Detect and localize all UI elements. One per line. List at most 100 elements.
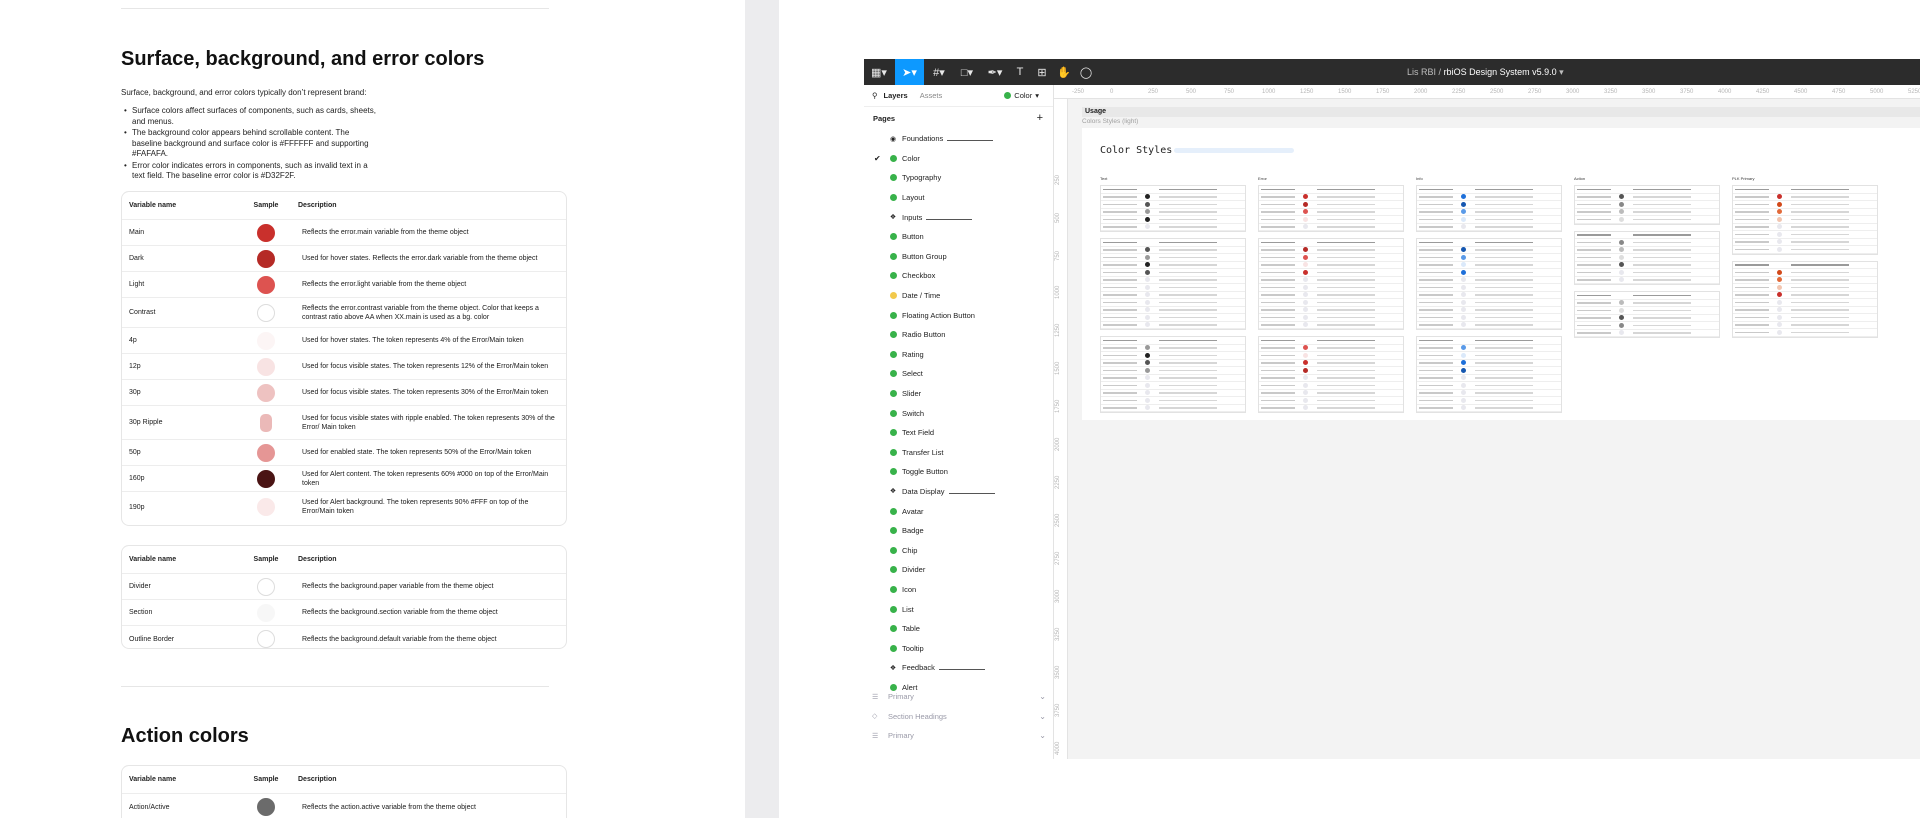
page-item-color[interactable]: ✔ Color <box>864 148 1053 169</box>
mini-row <box>1101 375 1245 382</box>
page-item-typography[interactable]: Typography <box>864 168 1053 188</box>
header-sample: Sample <box>253 202 279 209</box>
file-breadcrumb[interactable]: Lis RBI / rbiOS Design System v5.9.0 ▾ <box>1407 67 1564 78</box>
main-menu-icon[interactable]: ▦▾ <box>864 59 894 85</box>
mini-row <box>1101 352 1245 360</box>
page-item-avatar[interactable]: Avatar <box>864 501 1053 521</box>
page-item-select[interactable]: Select <box>864 364 1053 384</box>
mini-row <box>1259 314 1403 322</box>
mini-row <box>1101 277 1245 284</box>
table-row: Contrast Reflects the error.contrast vari… <box>122 298 566 328</box>
page-item-text-field[interactable]: Text Field <box>864 423 1053 443</box>
page-item-inputs[interactable]: ❖ Inputs <box>864 207 1053 227</box>
page-item-date-time[interactable]: Date / Time <box>864 286 1053 306</box>
page-label: Icon <box>902 584 917 594</box>
section-intro: Surface, background, and error colors ty… <box>121 88 367 97</box>
tab-layers[interactable]: Layers <box>884 91 908 100</box>
variable-description: Reflects the error.main variable from th… <box>302 229 469 236</box>
mini-row <box>1101 239 1245 247</box>
page-item-switch[interactable]: Switch <box>864 403 1053 423</box>
mini-row <box>1575 300 1719 307</box>
status-dot-icon <box>888 546 898 554</box>
canvas-frame[interactable]: Color Styles Text Error Info Action PLK Prim… <box>1082 128 1920 420</box>
page-item-slider[interactable]: Slider <box>864 384 1053 404</box>
page-item-feedback[interactable]: ❖ Feedback <box>864 658 1053 678</box>
variable-description: Used for focus visible states. The token… <box>302 363 549 370</box>
text-tool-icon[interactable]: T <box>1009 59 1031 85</box>
mini-row <box>1101 405 1245 412</box>
comment-tool-icon[interactable]: ◯ <box>1075 59 1097 85</box>
sample-cell <box>244 331 288 350</box>
page-item-tooltip[interactable]: Tooltip <box>864 638 1053 658</box>
page-item-checkbox[interactable]: Checkbox <box>864 266 1053 286</box>
mini-row <box>1259 299 1403 307</box>
mini-row <box>1259 269 1403 277</box>
page-label: Table <box>902 624 920 634</box>
page-item-button[interactable]: Button <box>864 227 1053 247</box>
mini-table <box>1732 185 1878 255</box>
page-item-icon[interactable]: Icon <box>864 580 1053 600</box>
layer-section-item[interactable]: ☰ Primary ⌄ <box>864 726 1054 746</box>
layer-section-item[interactable]: ◇ Section Headings ⌄ <box>864 707 1054 727</box>
page-item-toggle-button[interactable]: Toggle Button <box>864 462 1053 482</box>
table-row: Divider Reflects the background.paper var… <box>122 574 566 600</box>
page-item-radio-button[interactable]: Radio Button <box>864 325 1053 345</box>
component-icon: ❖ <box>889 214 897 222</box>
mini-row <box>1101 307 1245 314</box>
status-dot-icon <box>888 233 898 241</box>
mini-row <box>1101 299 1245 307</box>
table-row: 160p Used for Alert content. The token re… <box>122 466 566 492</box>
page-item-badge[interactable]: Badge <box>864 521 1053 541</box>
ruler-tick-label: 1750 <box>1376 89 1390 95</box>
frame-label[interactable]: Colors Styles (light) <box>1082 118 1138 125</box>
pen-tool-icon[interactable]: ✒▾ <box>981 59 1009 85</box>
page-item-button-group[interactable]: Button Group <box>864 247 1053 267</box>
mini-row <box>1101 194 1245 201</box>
frame-icon: ☰ <box>872 693 879 701</box>
mini-row <box>1417 405 1561 412</box>
page-item-floating-action-button[interactable]: Floating Action Button <box>864 305 1053 325</box>
ruler-tick-label: 2250 <box>1452 89 1466 95</box>
frame-tool-icon[interactable]: #▾ <box>925 59 953 85</box>
color-swatch <box>257 630 275 648</box>
component-icon: ❖ <box>889 664 897 672</box>
page-item-data-display[interactable]: ❖ Data Display <box>864 482 1053 502</box>
page-label: Feedback <box>902 663 935 673</box>
resources-icon[interactable]: ⊞ <box>1031 59 1053 85</box>
shape-tool-icon[interactable]: □▾ <box>953 59 981 85</box>
mini-row <box>1417 224 1561 231</box>
usage-section-label[interactable]: Usage <box>1082 107 1920 117</box>
mini-table <box>1258 238 1404 330</box>
page-item-table[interactable]: Table <box>864 619 1053 639</box>
move-tool-icon[interactable]: ➤▾ <box>895 59 924 85</box>
page-item-transfer-list[interactable]: Transfer List <box>864 443 1053 463</box>
page-item-layout[interactable]: Layout <box>864 188 1053 208</box>
page-item-list[interactable]: List <box>864 599 1053 619</box>
ruler-tick-label: 4750 <box>1832 89 1846 95</box>
ruler-tick-label: 0 <box>1110 89 1114 95</box>
section-title-surface: Surface, background, and error colors <box>121 48 485 70</box>
hand-tool-icon[interactable]: ✋ <box>1053 59 1075 85</box>
search-icon[interactable]: ⚲ <box>872 91 878 100</box>
page-selector[interactable]: Color ▾ <box>1004 91 1039 100</box>
mini-row <box>1733 224 1877 231</box>
mini-row <box>1101 254 1245 262</box>
add-page-icon[interactable]: + <box>1037 112 1043 124</box>
page-item-foundations[interactable]: ◉ Foundations <box>864 129 1053 149</box>
color-swatch <box>257 303 275 322</box>
layer-section-item[interactable]: ☰ Primary ⌄ <box>864 687 1054 707</box>
ruler-tick-label: 2500 <box>1490 89 1504 95</box>
canvas-column: PLK Primary <box>1732 176 1878 344</box>
color-swatch <box>257 331 275 350</box>
canvas-column-label: Action <box>1574 176 1586 181</box>
ruler-tick-label: 3250 <box>1604 89 1618 95</box>
mini-row <box>1417 360 1561 367</box>
ruler-tick-label: 3000 <box>1055 589 1061 603</box>
mini-row <box>1259 382 1403 390</box>
sample-cell <box>244 443 288 462</box>
page-item-chip[interactable]: Chip <box>864 540 1053 560</box>
page-item-rating[interactable]: Rating <box>864 345 1053 365</box>
page-item-divider[interactable]: Divider <box>864 560 1053 580</box>
mini-row <box>1259 405 1403 412</box>
tab-assets[interactable]: Assets <box>920 91 943 100</box>
